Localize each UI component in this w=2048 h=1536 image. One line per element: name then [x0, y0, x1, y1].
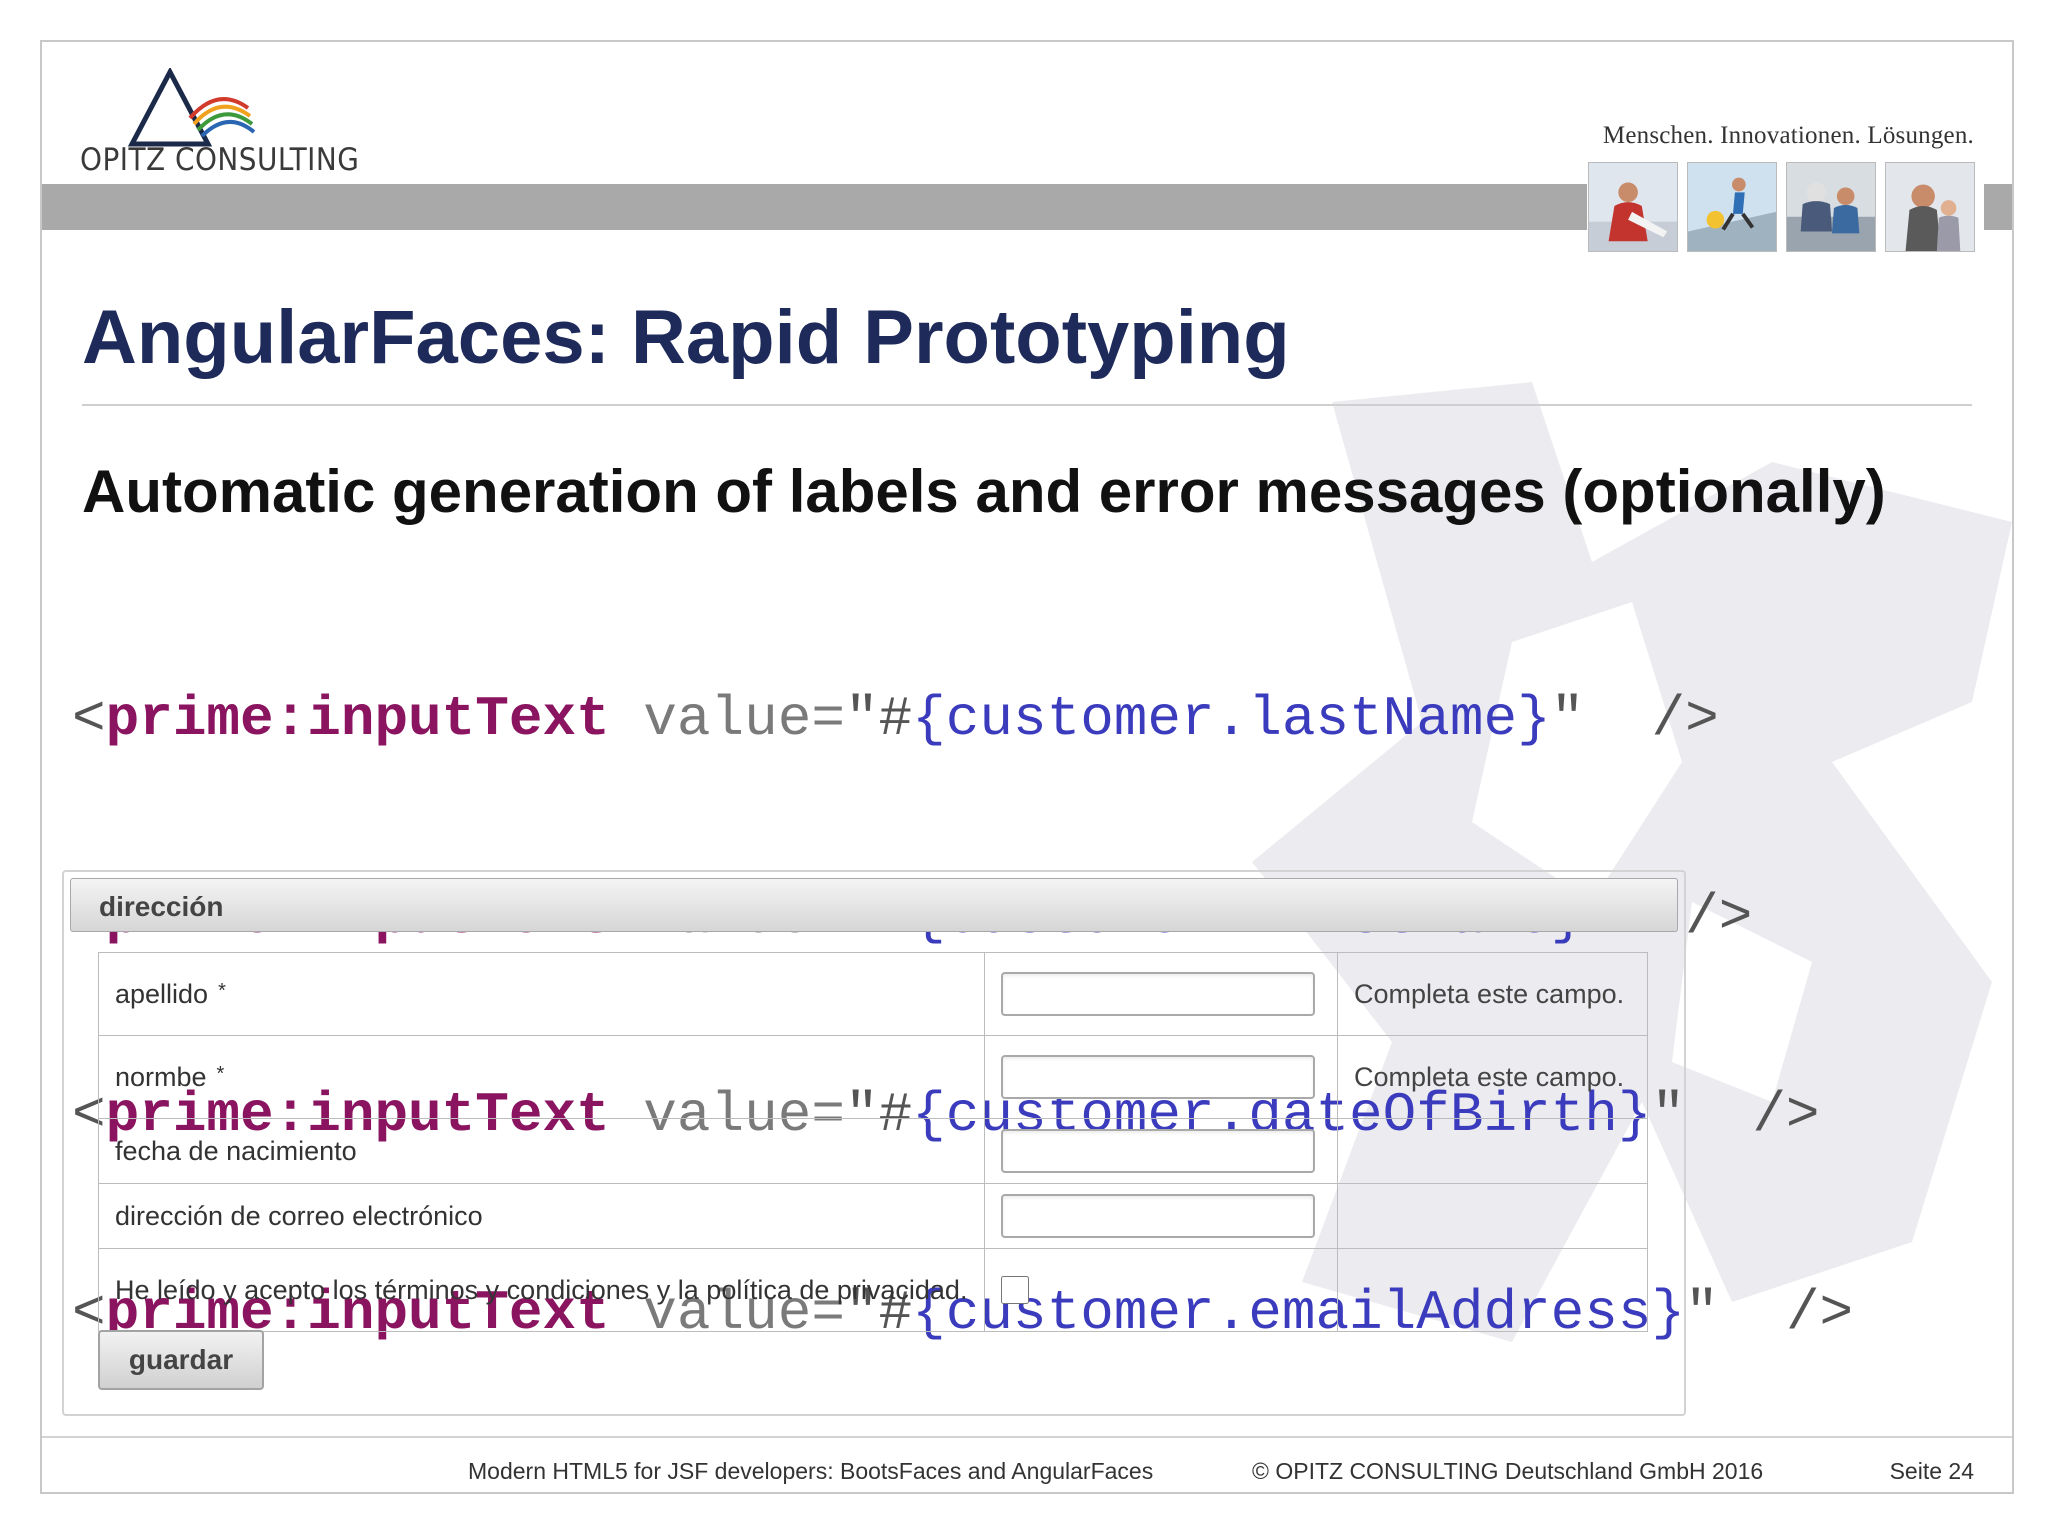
form-panel-header[interactable]: dirección: [70, 878, 1678, 932]
company-logo-text: OPITZ CONSULTING: [80, 142, 360, 178]
header-bar-end: [1984, 184, 2012, 230]
form-fields-table: apellido * Completa este campo. normbe * C…: [98, 952, 1648, 1332]
code-punct: />: [1651, 687, 1719, 751]
required-marker: *: [218, 979, 226, 1002]
date-of-birth-input[interactable]: [1001, 1129, 1315, 1173]
field-input-cell: [984, 1248, 1338, 1332]
field-label: normbe: [115, 1061, 207, 1092]
slogan: Menschen. Innovationen. Lösungen.: [1602, 122, 1974, 149]
error-message: Completa este campo.: [1337, 1035, 1648, 1119]
field-label: apellido: [115, 978, 209, 1009]
table-row: normbe * Completa este campo.: [98, 1035, 1648, 1119]
table-row: He leído y acepto los términos y condici…: [98, 1248, 1648, 1332]
code-punct: ": [844, 687, 879, 751]
code-line: <prime:inputText value="#{customer.lastN…: [72, 686, 1853, 752]
address-form-panel: dirección apellido * Completa este campo.…: [62, 870, 1686, 1416]
footer-presentation-title: Modern HTML5 for JSF developers: BootsFa…: [468, 1458, 1154, 1484]
code-punct: />: [1785, 1281, 1854, 1345]
code-tag: prime:inputText: [105, 687, 610, 751]
field-label-cell: He leído y acepto los términos y condici…: [98, 1248, 985, 1332]
field-input-cell: [984, 1035, 1338, 1119]
code-punct: ": [1550, 687, 1585, 751]
photo-runner-icon: [1687, 162, 1777, 252]
field-label-cell: dirección de correo electrónico: [98, 1183, 985, 1249]
error-message: [1337, 1183, 1648, 1249]
code-punct: />: [1685, 885, 1753, 949]
field-label: dirección de correo electrónico: [115, 1200, 483, 1231]
code-punct: ": [1685, 1281, 1719, 1345]
table-row: apellido * Completa este campo.: [98, 952, 1648, 1036]
error-message: [1337, 1118, 1648, 1184]
terms-checkbox[interactable]: [1001, 1276, 1029, 1304]
field-label-cell: fecha de nacimiento: [98, 1118, 985, 1184]
footer-copyright: © OPITZ CONSULTING Deutschland GmbH 2016: [1252, 1458, 1764, 1484]
code-gap: [1719, 1281, 1786, 1345]
field-label-cell: apellido *: [98, 952, 985, 1036]
code-punct: #: [878, 687, 913, 751]
photo-family-icon: [1885, 162, 1975, 252]
field-label-cell: normbe *: [98, 1035, 985, 1119]
photo-woman-icon: [1588, 162, 1678, 252]
required-marker: *: [216, 1062, 225, 1085]
table-row: fecha de nacimiento: [98, 1118, 1648, 1184]
slide-subtitle: Automatic generation of labels and error…: [82, 458, 1886, 525]
slide: OPITZ CONSULTING Menschen. Innovationen.…: [40, 40, 2014, 1494]
field-input-cell: [984, 1183, 1338, 1249]
code-punct: />: [1752, 1083, 1820, 1147]
email-input[interactable]: [1001, 1194, 1315, 1238]
footer-divider: [42, 1436, 2012, 1438]
save-button[interactable]: guardar: [98, 1330, 264, 1390]
photo-couple-icon: [1786, 162, 1876, 252]
title-divider: [82, 404, 1972, 406]
code-punct: <: [72, 687, 106, 751]
form-panel-title: dirección: [99, 891, 224, 922]
error-message: Completa este campo.: [1337, 952, 1648, 1036]
field-label: He leído y acepto los términos y condici…: [115, 1274, 968, 1305]
code-attr: value=: [609, 687, 845, 751]
code-gap: [1685, 1083, 1752, 1147]
header-photo-strip: [1588, 162, 1975, 252]
field-input-cell: [984, 1118, 1338, 1184]
code-gap: [1584, 687, 1651, 751]
table-row: dirección de correo electrónico: [98, 1183, 1648, 1249]
code-expression: {customer.lastName}: [912, 687, 1551, 751]
error-message: [1337, 1248, 1648, 1332]
header-bar: [42, 184, 1587, 230]
slide-title: AngularFaces: Rapid Prototyping: [82, 295, 1290, 380]
footer-page-number: Seite 24: [1889, 1458, 1974, 1484]
last-name-input[interactable]: [1001, 972, 1315, 1016]
first-name-input[interactable]: [1001, 1055, 1315, 1099]
field-label: fecha de nacimiento: [115, 1135, 357, 1166]
field-input-cell: [984, 952, 1338, 1036]
